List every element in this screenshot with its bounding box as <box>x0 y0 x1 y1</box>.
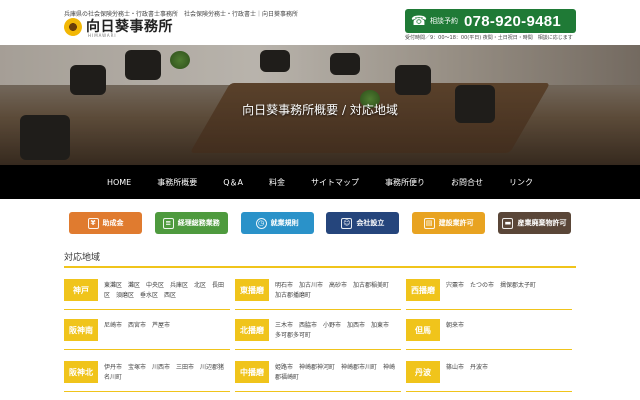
header-tagline: 兵庫県の社会保険労務士・行政書士事務所 社会保険労務士・行政書士｜向日葵事務所 <box>64 11 299 18</box>
nav-item-sitemap[interactable]: サイトマップ <box>298 177 372 188</box>
city-list: 三木市 西脇市 小野市 加西市 加東市 多可郡多可町 <box>275 322 396 339</box>
area-row: 阪神南 尼崎市 西宮市 芦屋市 北播磨 三木市 西脇市 小野市 加西市 加東市 … <box>64 310 576 350</box>
region-label: 阪神南 <box>64 319 98 341</box>
company-setup-label: 会社設立 <box>356 219 385 227</box>
city-list: 姫路市 神崎郡神河町 神崎郡市川町 神崎郡福崎町 <box>275 364 396 381</box>
accounting-button[interactable]: ≡ 経理総務業務 <box>154 212 228 234</box>
clock-icon: ◷ <box>255 217 267 229</box>
phone-reservation-button[interactable]: ☎ 相談予約 078-920-9481 <box>405 9 576 33</box>
waste-permit-label: 産業廃棄物許可 <box>517 219 567 227</box>
waste-permit-button[interactable]: ▬ 産業廃棄物許可 <box>497 212 571 234</box>
area-cell: 西播磨 宍粟市 たつの市 揖保郡太子町 <box>406 270 576 310</box>
region-label: 東播磨 <box>235 279 269 301</box>
main-nav: HOME 事務所概要 Q＆A 料金 サイトマップ 事務所便り お問合せ リンク <box>0 165 640 199</box>
page-title: 向日葵事務所概要 / 対応地域 <box>242 103 398 117</box>
service-buttons: ¥ 助成金 ≡ 経理総務業務 ◷ 就業規則 ☺ 会社設立 ▤ 建設業許可 ▬ 産… <box>69 212 571 234</box>
business-hours: 受付時間／9：00～18：00(平日) 夜間・土日祝日・時間 相談に応じます <box>405 35 573 41</box>
region-label: 北播磨 <box>235 319 269 341</box>
city-list: 尼崎市 西宮市 芦屋市 <box>104 322 171 329</box>
company-setup-button[interactable]: ☺ 会社設立 <box>326 212 400 234</box>
work-rules-button[interactable]: ◷ 就業規則 <box>240 212 314 234</box>
sunflower-icon <box>64 18 82 36</box>
nav-item-links[interactable]: リンク <box>496 177 546 188</box>
nav-item-contact[interactable]: お問合せ <box>438 177 496 188</box>
area-cell: 但馬 朝来市 <box>406 310 576 350</box>
city-list: 東灘区 灘区 中央区 兵庫区 北区 長田区 須磨区 垂水区 西区 <box>104 282 225 299</box>
logo-text: 向日葵事務所 <box>86 19 173 35</box>
region-label: 但馬 <box>406 319 440 341</box>
nav-item-home[interactable]: HOME <box>94 178 144 187</box>
site-logo[interactable]: 向日葵事務所 HIMAWARI <box>64 18 173 38</box>
city-list: 朝来市 <box>446 322 465 329</box>
region-label: 中播磨 <box>235 361 269 383</box>
city-list: 明石市 加古川市 高砂市 加古郡稲美町 加古郡播磨町 <box>275 282 396 299</box>
phone-label: 相談予約 <box>430 17 458 25</box>
truck-icon: ▬ <box>502 217 514 229</box>
area-cell: 中播磨 姫路市 神崎郡神河町 神崎郡市川町 神崎郡福崎町 <box>235 352 405 392</box>
site-header: 兵庫県の社会保険労務士・行政書士事務所 社会保険労務士・行政書士｜向日葵事務所 … <box>0 0 640 45</box>
nav-item-news[interactable]: 事務所便り <box>372 177 438 188</box>
construction-permit-label: 建設業許可 <box>438 219 474 227</box>
accounting-label: 経理総務業務 <box>177 219 220 227</box>
subsidy-button[interactable]: ¥ 助成金 <box>69 212 142 234</box>
nav-item-qa[interactable]: Q＆A <box>210 177 256 188</box>
city-list: 伊丹市 宝塚市 川西市 三田市 川辺郡猪名川町 <box>104 364 225 381</box>
area-cell: 北播磨 三木市 西脇市 小野市 加西市 加東市 多可郡多可町 <box>235 310 405 350</box>
city-list: 宍粟市 たつの市 揖保郡太子町 <box>446 282 537 289</box>
document-icon: ≡ <box>162 217 174 229</box>
phone-icon: ☎ <box>410 13 428 29</box>
nav-item-office-overview[interactable]: 事務所概要 <box>144 177 210 188</box>
region-label: 阪神北 <box>64 361 98 383</box>
section-divider <box>64 266 576 268</box>
city-list: 篠山市 丹波市 <box>446 364 489 371</box>
section-title: 対応地域 <box>64 253 101 263</box>
area-row: 神戸 東灘区 灘区 中央区 兵庫区 北区 長田区 須磨区 垂水区 西区 東播磨 … <box>64 270 576 310</box>
area-cell: 神戸 東灘区 灘区 中央区 兵庫区 北区 長田区 須磨区 垂水区 西区 <box>64 270 234 310</box>
subsidy-label: 助成金 <box>102 219 124 227</box>
area-cell: 阪神南 尼崎市 西宮市 芦屋市 <box>64 310 234 350</box>
nav-item-fees[interactable]: 料金 <box>256 177 298 188</box>
region-label: 丹波 <box>406 361 440 383</box>
area-cell: 東播磨 明石市 加古川市 高砂市 加古郡稲美町 加古郡播磨町 <box>235 270 405 310</box>
area-row: 阪神北 伊丹市 宝塚市 川西市 三田市 川辺郡猪名川町 中播磨 姫路市 神崎郡神… <box>64 352 576 392</box>
hero-banner: 向日葵事務所概要 / 対応地域 <box>0 45 640 165</box>
logo-subtitle: HIMAWARI <box>88 33 117 38</box>
people-icon: ☺ <box>341 217 353 229</box>
phone-number: 078-920-9481 <box>464 12 562 30</box>
yen-icon: ¥ <box>87 217 99 229</box>
construction-permit-button[interactable]: ▤ 建設業許可 <box>412 212 486 234</box>
building-icon: ▤ <box>423 217 435 229</box>
area-cell: 阪神北 伊丹市 宝塚市 川西市 三田市 川辺郡猪名川町 <box>64 352 234 392</box>
area-cell: 丹波 篠山市 丹波市 <box>406 352 576 392</box>
region-label: 神戸 <box>64 279 98 301</box>
region-label: 西播磨 <box>406 279 440 301</box>
work-rules-label: 就業規則 <box>270 219 299 227</box>
